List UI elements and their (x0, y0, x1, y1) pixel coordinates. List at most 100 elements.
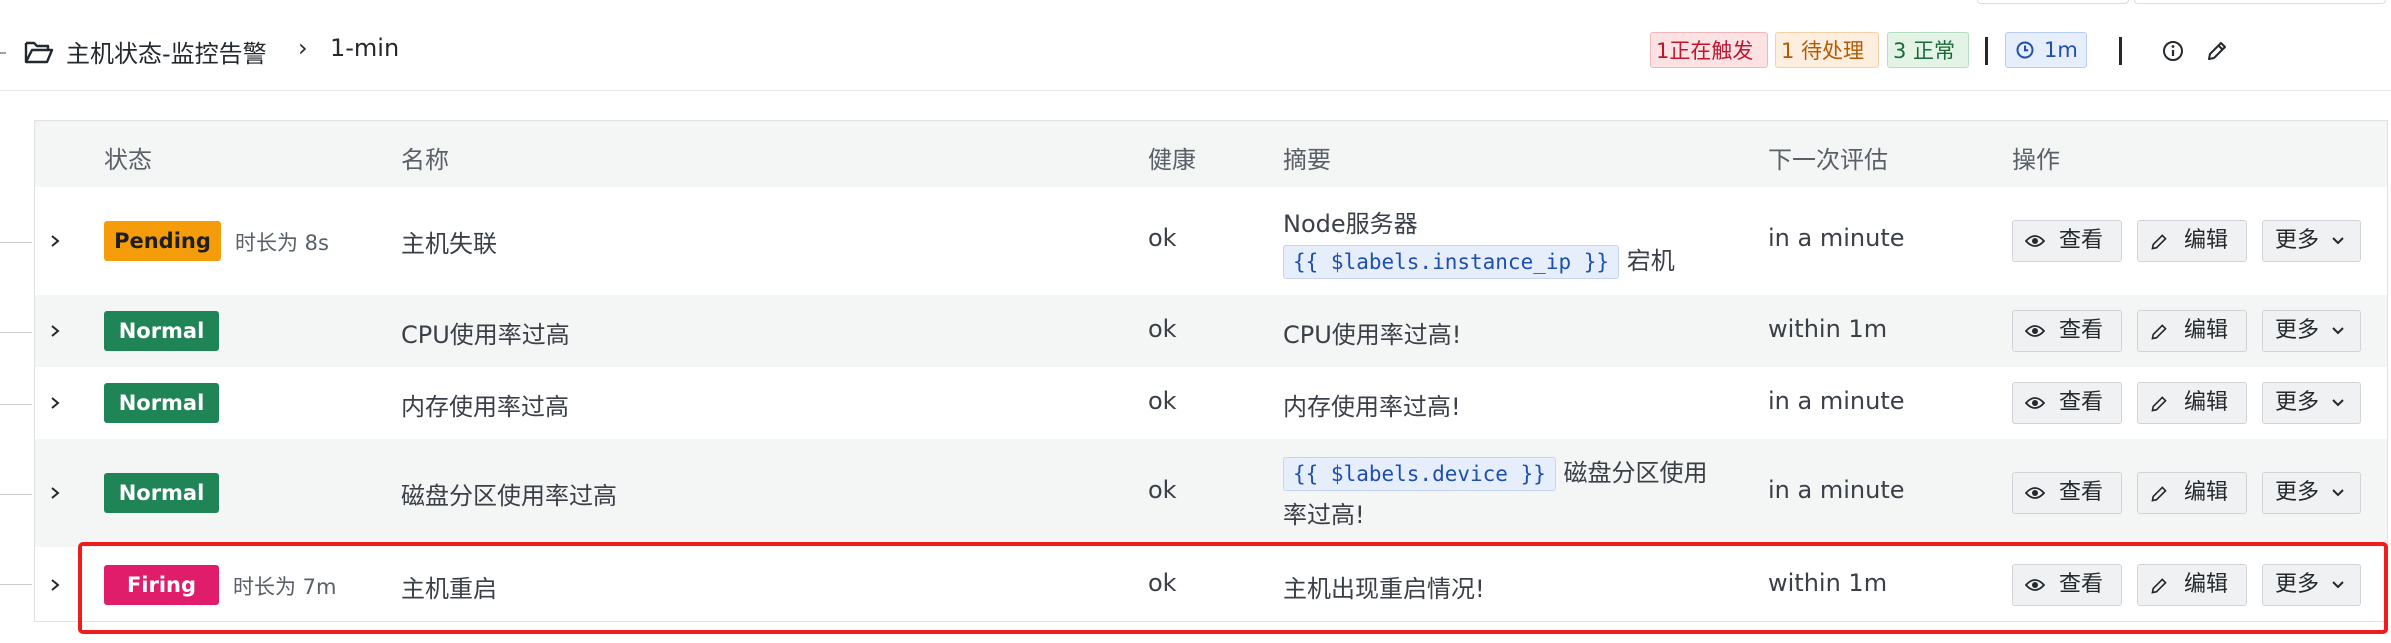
view-button[interactable]: 查看 (2012, 382, 2122, 424)
view-button[interactable]: 查看 (2012, 220, 2122, 262)
col-header-next-eval: 下一次评估 (1768, 146, 1888, 174)
edit-button[interactable]: 编辑 (2137, 382, 2247, 424)
table-row: Normal 内存使用率过高 ok 内存使用率过高! in a minute 查… (35, 367, 2387, 439)
more-button[interactable]: 更多 (2262, 310, 2361, 352)
rule-summary-cont: 率过高! (1283, 501, 1365, 529)
chevron-down-icon (2332, 327, 2344, 335)
table-header: 状态 名称 健康 摘要 下一次评估 操作 (35, 121, 2387, 187)
header-divider (0, 90, 2391, 91)
rule-health: ok (1148, 315, 1177, 343)
info-icon[interactable] (2162, 40, 2184, 62)
chevron-right-icon[interactable] (48, 234, 62, 248)
view-label: 查看 (2059, 318, 2104, 343)
col-header-summary: 摘要 (1283, 146, 1331, 174)
rule-health: ok (1148, 387, 1177, 415)
rule-health: ok (1148, 569, 1177, 597)
view-label: 查看 (2059, 228, 2104, 253)
eye-icon (2025, 397, 2045, 409)
state-badge: Pending (104, 221, 221, 261)
rule-summary: 内存使用率过高! (1283, 393, 1461, 421)
divider (2119, 37, 2122, 65)
rule-name: 内存使用率过高 (401, 393, 569, 421)
edit-label: 编辑 (2184, 390, 2229, 415)
view-button[interactable]: 查看 (2012, 310, 2122, 352)
rule-name: 主机失联 (401, 230, 497, 258)
top-toolbar-button[interactable] (1977, 0, 2129, 4)
view-label: 查看 (2059, 480, 2104, 505)
next-evaluation: within 1m (1768, 569, 1888, 597)
view-button[interactable]: 查看 (2012, 472, 2122, 514)
rule-name: 磁盘分区使用率过高 (401, 482, 617, 510)
state-duration: 时长为 8s (235, 231, 329, 255)
alert-rules-table: 状态 名称 健康 摘要 下一次评估 操作 Pending 时长为 8s 主机失联… (34, 120, 2388, 622)
eye-icon (2025, 325, 2045, 337)
more-label: 更多 (2275, 390, 2320, 415)
chevron-down-icon (2332, 399, 2344, 407)
evaluation-interval-badge: 1m (2005, 32, 2087, 68)
edit-button[interactable]: 编辑 (2137, 220, 2247, 262)
pencil-icon (2151, 234, 2167, 250)
pencil-icon (2151, 486, 2167, 502)
rule-summary: Node服务器 (1283, 210, 1418, 238)
view-button[interactable]: 查看 (2012, 564, 2122, 606)
col-header-name: 名称 (401, 146, 449, 174)
edit-label: 编辑 (2184, 480, 2229, 505)
pencil-icon (2151, 396, 2167, 412)
firing-count-badge: 1正在触发 (1650, 32, 1768, 68)
col-header-state: 状态 (104, 146, 152, 174)
rule-name: 主机重启 (401, 575, 497, 603)
breadcrumb-current: 1-min (330, 34, 400, 62)
edit-group-icon[interactable] (2206, 40, 2228, 62)
breadcrumb-folder[interactable]: 主机状态-监控告警 (66, 34, 267, 69)
edit-button[interactable]: 编辑 (2137, 472, 2247, 514)
top-toolbar-button[interactable] (2134, 0, 2386, 4)
next-evaluation: in a minute (1768, 476, 1905, 504)
table-row: Normal CPU使用率过高 ok CPU使用率过高! within 1m 查… (35, 295, 2387, 367)
edit-button[interactable]: 编辑 (2137, 310, 2247, 352)
pencil-icon (2151, 578, 2167, 594)
more-button[interactable]: 更多 (2262, 472, 2361, 514)
next-evaluation: within 1m (1768, 315, 1888, 343)
chevron-right-icon[interactable] (48, 578, 62, 592)
more-button[interactable]: 更多 (2262, 220, 2361, 262)
tree-connector (0, 494, 32, 495)
rule-summary: {{ $labels.device }} 磁盘分区使用 (1283, 453, 1708, 491)
view-label: 查看 (2059, 572, 2104, 597)
folder-open-icon (24, 41, 54, 64)
state-badge: Normal (104, 473, 219, 513)
more-button[interactable]: 更多 (2262, 382, 2361, 424)
chevron-right-icon[interactable] (48, 396, 62, 410)
breadcrumb-separator: › (298, 34, 308, 62)
edit-button[interactable]: 编辑 (2137, 564, 2247, 606)
more-label: 更多 (2275, 480, 2320, 505)
state-badge: Normal (104, 383, 219, 423)
chevron-down-icon (2332, 489, 2344, 497)
summary-text: 宕机 (1626, 247, 1675, 275)
chevron-right-icon[interactable] (48, 486, 62, 500)
chevron-right-icon[interactable] (48, 324, 62, 338)
more-label: 更多 (2275, 228, 2320, 253)
normal-count-badge: 3 正常 (1887, 32, 1969, 68)
group-header: 主机状态-监控告警 › 1-min 1正在触发 1 待处理 3 正常 1m (0, 22, 2391, 84)
table-row: Pending 时长为 8s 主机失联 ok Node服务器 {{ $label… (35, 187, 2387, 295)
edit-label: 编辑 (2184, 318, 2229, 343)
tree-connector (0, 584, 32, 585)
more-label: 更多 (2275, 318, 2320, 343)
template-code: {{ $labels.instance_ip }} (1283, 245, 1620, 279)
tree-connector (0, 404, 32, 405)
col-header-health: 健康 (1148, 146, 1196, 174)
pencil-icon (2151, 324, 2167, 340)
col-header-actions: 操作 (2012, 146, 2060, 174)
chevron-down-icon (2332, 581, 2344, 589)
table-row: Firing 时长为 7m 主机重启 ok 主机出现重启情况! within 1… (35, 547, 2387, 623)
interval-text: 1m (2044, 38, 2078, 62)
more-button[interactable]: 更多 (2262, 564, 2361, 606)
divider (1985, 37, 1988, 65)
next-evaluation: in a minute (1768, 387, 1905, 415)
summary-text: 磁盘分区使用 (1563, 459, 1708, 487)
tree-connector (0, 242, 32, 243)
rule-summary: 主机出现重启情况! (1283, 575, 1485, 603)
eye-icon (2025, 487, 2045, 499)
next-evaluation: in a minute (1768, 224, 1905, 252)
tree-connector (0, 332, 32, 333)
